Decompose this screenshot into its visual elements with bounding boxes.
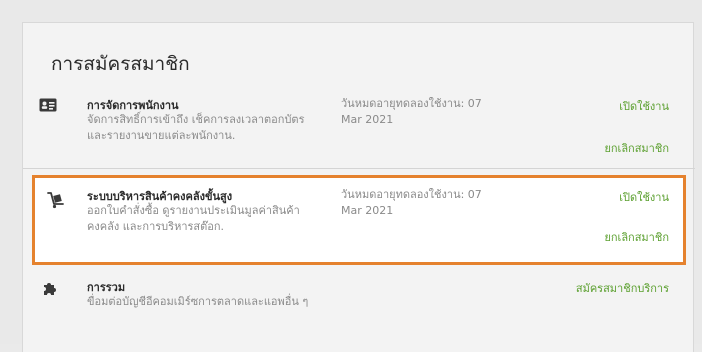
page-background: การสมัครสมาชิก การจัดการพนักงาน จัดการสิ… — [0, 0, 702, 352]
subscription-row-integrations: การรวม ขื่อมต่อบัญชีอีคอมเมิร์ซการตลาดแล… — [23, 273, 695, 343]
puzzle-piece-icon — [41, 279, 59, 297]
trial-expiry: วันหมดอายุทดลองใช้งาน: 07 Mar 2021 — [341, 97, 482, 126]
subscription-description: ขื่อมต่อบัญชีอีคอมเมิร์ซการตลาดและแอพอื่… — [87, 295, 309, 308]
enable-button[interactable]: เปิดใช้งาน — [619, 188, 669, 206]
cancel-subscription-button[interactable]: ยกเลิกสมาชิก — [604, 228, 669, 246]
page-title: การสมัครสมาชิก — [51, 53, 190, 75]
cancel-subscription-button[interactable]: ยกเลิกสมาชิก — [604, 139, 669, 157]
trial-expiry: วันหมดอายุทดลองใช้งาน: 07 Mar 2021 — [341, 188, 482, 217]
enable-button[interactable]: เปิดใช้งาน — [619, 97, 669, 115]
hand-truck-icon — [47, 191, 65, 209]
id-card-icon — [39, 97, 57, 115]
subscriptions-card: การสมัครสมาชิก การจัดการพนักงาน จัดการสิ… — [22, 22, 695, 352]
subscribe-service-button[interactable]: สมัครสมาชิกบริการ — [576, 279, 669, 297]
subscription-row-advanced-inventory: ระบบบริหารสินค้าคงคลังขั้นสูง ออกใบคำสั่… — [32, 175, 686, 265]
subscription-row-employee-management: การจัดการพนักงาน จัดการสิทธิ์การเข้าถึง … — [23, 87, 695, 169]
subscription-description: ออกใบคำสั่งซื้อ ดูรายงานประเมินมูลค่าสิน… — [87, 204, 300, 233]
subscription-description: จัดการสิทธิ์การเข้าถึง เช็คการลงเวลาตอกบ… — [87, 113, 305, 142]
